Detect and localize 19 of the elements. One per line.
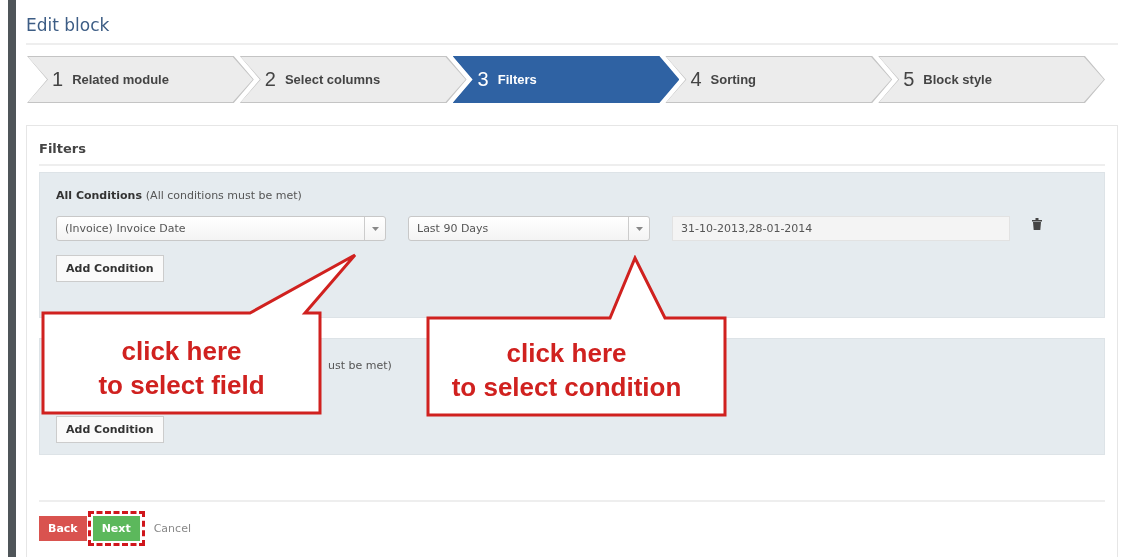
field-select[interactable]: (Invoice) Invoice Date	[56, 216, 386, 241]
wizard-step[interactable]: 3 Filters	[452, 56, 680, 103]
callout-text: click here to select field	[97, 335, 266, 402]
add-condition-button[interactable]: Add Condition	[56, 416, 164, 443]
condition-select[interactable]: Last 90 Days	[408, 216, 650, 241]
group-title: ust be met)	[327, 358, 393, 372]
wizard-step[interactable]: 4 Sorting	[665, 56, 893, 103]
wizard-step[interactable]: 5 Block style	[878, 56, 1105, 103]
wizard-step[interactable]: 2 Select columns	[239, 56, 467, 103]
back-button[interactable]: Back	[39, 516, 87, 541]
trash-icon[interactable]	[1032, 217, 1042, 230]
wizard-step[interactable]: 1 Related module	[27, 56, 254, 103]
callout-text: click here to select condition	[450, 337, 683, 404]
page-title: Edit block	[26, 0, 1118, 45]
value-field[interactable]: 31-10-2013,28-01-2014	[672, 216, 1010, 241]
add-condition-button[interactable]: Add Condition	[56, 255, 164, 282]
section-title: Filters	[39, 126, 1105, 166]
cancel-link[interactable]: Cancel	[153, 522, 191, 535]
group-title: All Conditions (All conditions must be met)	[56, 189, 303, 202]
